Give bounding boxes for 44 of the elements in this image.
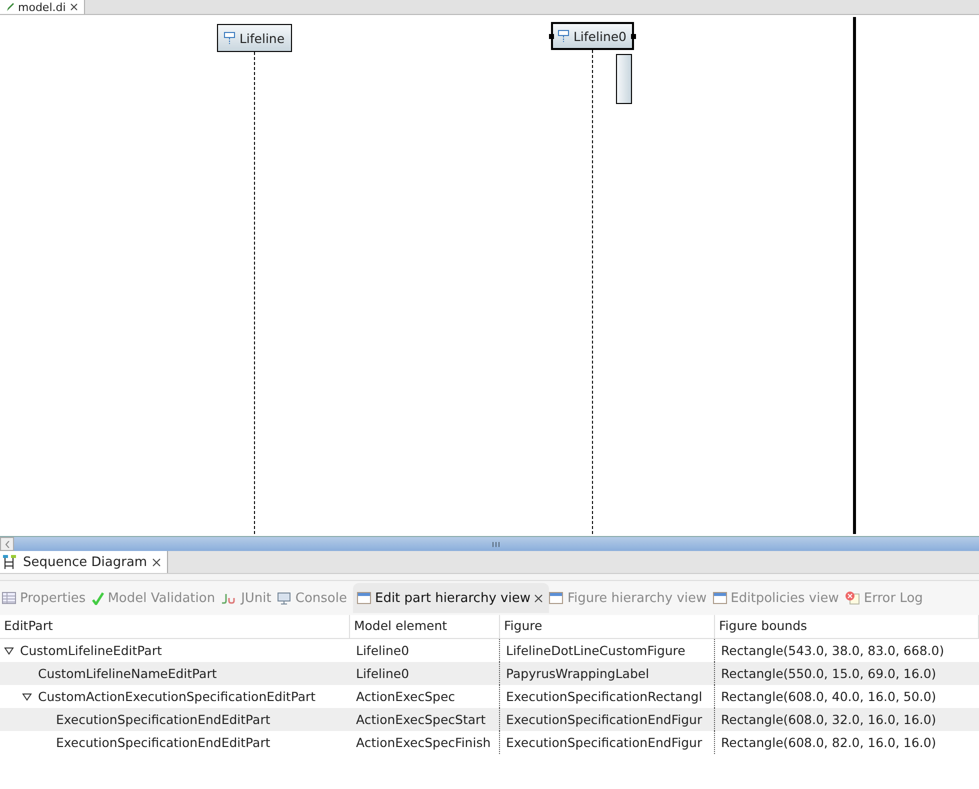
close-icon[interactable] — [152, 558, 162, 566]
grip-icon[interactable] — [492, 542, 501, 546]
error-log-icon — [844, 591, 860, 605]
expanded-arrow-icon[interactable] — [22, 692, 32, 700]
selection-handle[interactable] — [631, 34, 636, 39]
tree-item[interactable]: CustomLifelineEditPart — [20, 643, 162, 658]
table-cell-text: Rectangle(543.0, 38.0, 83.0, 668.0) — [720, 642, 946, 660]
table-cell: Rectangle(550.0, 15.0, 69.0, 16.0) — [715, 662, 979, 685]
table-cell: ActionExecSpecFinish — [350, 731, 500, 754]
column-header[interactable]: EditPart — [0, 615, 350, 639]
pencil-icon — [6, 2, 14, 12]
checkmark-icon — [92, 592, 104, 604]
close-icon[interactable] — [70, 3, 78, 11]
table-cell: ExecutionSpecificationEndFigur — [500, 731, 715, 754]
close-icon[interactable] — [534, 594, 544, 602]
editor-tab[interactable]: model.di — [0, 0, 85, 14]
column-header[interactable]: Figure — [500, 615, 715, 639]
monitor-icon — [277, 592, 292, 604]
execution-bar[interactable] — [616, 54, 632, 104]
window-icon — [549, 592, 564, 604]
lifeline-box[interactable]: Lifeline — [217, 24, 292, 52]
column-header[interactable]: Model element — [350, 615, 500, 639]
column-header[interactable]: Figure bounds — [715, 615, 979, 639]
table-cell: ActionExecSpecStart — [350, 708, 500, 731]
lifeline-icon — [224, 32, 236, 44]
lifeline-box[interactable]: Lifeline0 — [551, 22, 634, 50]
table-cell: Lifeline0 — [350, 662, 500, 685]
window-icon — [712, 592, 727, 604]
tree-item[interactable]: CustomActionExecutionSpecificationEditPart — [38, 689, 316, 704]
diagram-icon — [2, 554, 18, 570]
table-cell: PapyrusWrappingLabel — [500, 662, 715, 685]
lifeline-icon — [558, 30, 570, 42]
table-cell: ExecutionSpecificationEndFigur — [500, 708, 715, 731]
sequence-diagram-tab[interactable]: Sequence Diagram — [0, 551, 168, 573]
table-cell: Rectangle(608.0, 32.0, 16.0, 16.0) — [715, 708, 979, 731]
tree-item[interactable]: ExecutionSpecificationEndEditPart — [56, 735, 270, 750]
selection-handle[interactable] — [549, 34, 554, 39]
window-icon — [356, 592, 371, 604]
table-cell-text: Rectangle(608.0, 40.0, 16.0, 50.0) — [720, 688, 938, 706]
scroll-left-button[interactable] — [0, 537, 14, 551]
expanded-arrow-icon[interactable] — [4, 646, 14, 654]
table-cell-text: Rectangle(608.0, 82.0, 16.0, 16.0) — [720, 734, 938, 752]
junit-icon — [221, 592, 238, 604]
view-tab[interactable]: Edit part hierarchy view — [352, 583, 550, 613]
